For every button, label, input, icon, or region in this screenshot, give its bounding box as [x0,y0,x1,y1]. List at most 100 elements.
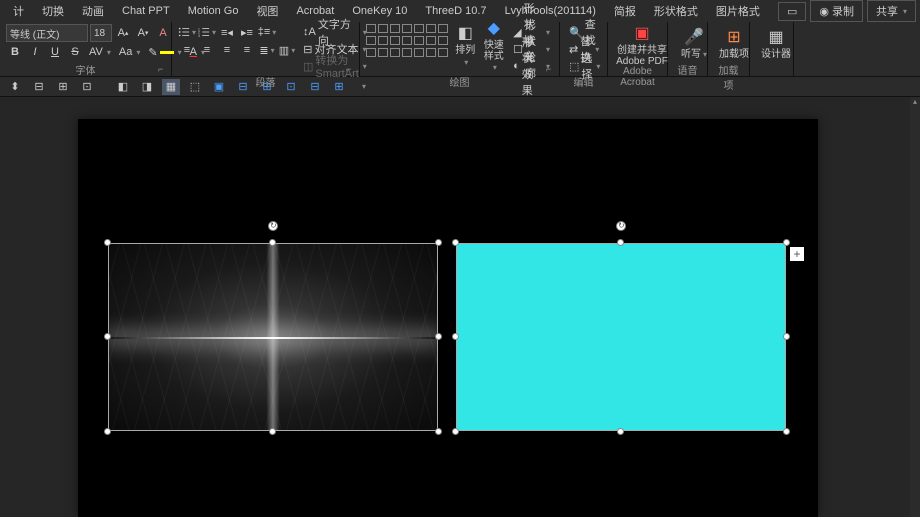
tab-design[interactable]: 计 [4,0,33,23]
quick-styles-button[interactable]: ◆ 快速样式▾ [482,24,507,66]
resize-handle-bm[interactable] [269,428,276,435]
resize-handle-tm[interactable] [617,239,624,246]
italic-button[interactable]: I [26,44,44,60]
addins-button[interactable]: ⊞ 加载项 [714,24,754,62]
align-tool-4[interactable]: ⊡ [78,79,96,95]
font-size-select[interactable] [90,24,112,42]
justify-button[interactable]: ≡ [238,42,256,58]
resize-handle-bl[interactable] [452,428,459,435]
line-spacing-button[interactable]: ‡≡▾ [258,24,276,40]
effects-icon: ◐ [513,60,520,72]
clear-format-button[interactable]: A [154,25,172,41]
ribbon: A▴ A▾ A B I U S AV▾ Aa▾ ✎▾ A▾ 字体 ⌐ ▾ [0,22,920,77]
align-text-icon: ⊟ [303,43,312,56]
para-dialog-launcher[interactable]: ⌐ [346,64,356,74]
simplify-ribbon-button[interactable]: ▭ [778,2,806,21]
record-icon: ◉ [819,5,829,18]
tab-chatppt[interactable]: Chat PPT [113,1,179,21]
font-dialog-launcher[interactable]: ⌐ [158,64,168,74]
adobe-icon: ▣ [630,23,654,43]
shapes-gallery[interactable] [366,24,449,59]
align-tool-6[interactable]: ◨ [138,79,156,95]
ribbon-tabs: 计 切换 动画 Chat PPT Motion Go 视图 Acrobat On… [0,0,920,22]
tab-view[interactable]: 视图 [247,0,287,23]
increase-font-button[interactable]: A▴ [114,25,132,41]
resize-handle-br[interactable] [435,428,442,435]
distributed-button[interactable]: ≣▾ [258,42,276,58]
designer-button[interactable]: ▦ 设计器 [756,24,796,63]
add-shape-button[interactable]: + [790,247,804,261]
char-spacing-button[interactable]: AV▾ [86,44,114,60]
resize-handle-tl[interactable] [104,239,111,246]
arrange-icon: ◧ [453,23,477,43]
bullets-button[interactable]: ▾ [178,24,196,40]
tab-brief[interactable]: 简报 [605,0,645,23]
arrange-button[interactable]: ◧ 排列▾ [453,24,478,66]
decrease-indent-button[interactable]: ≡◂ [218,24,236,40]
resize-handle-tr[interactable] [783,239,790,246]
rectangle-shape[interactable]: + [456,243,786,431]
decrease-font-button[interactable]: A▾ [134,25,152,41]
picture-content [108,243,438,431]
group-designer: ▦ 设计器 [750,22,794,76]
group-voice: 🎤 听写▾ 语音 [668,22,708,76]
tab-shapeformat[interactable]: 形状格式 [645,0,707,23]
fill-icon: ◢ [513,26,521,39]
resize-handle-ml[interactable] [104,333,111,340]
align-tool-1[interactable]: ⬍ [6,79,24,95]
tab-motiongo[interactable]: Motion Go [179,1,248,21]
align-right-button[interactable]: ≡ [218,42,236,58]
tab-pictureformat[interactable]: 图片格式 [707,0,769,23]
group-addins-label: 加载项 [714,62,743,74]
group-addins: ⊞ 加载项 加载项 [708,22,750,76]
align-center-button[interactable]: ≡ [198,42,216,58]
adobe-pdf-button[interactable]: ▣ 创建并共享Adobe PDF [614,24,670,66]
align-tool-5[interactable]: ◧ [114,79,132,95]
group-paragraph-label: 段落 [178,74,353,86]
font-name-select[interactable] [6,24,88,42]
resize-handle-ml[interactable] [452,333,459,340]
resize-handle-mr[interactable] [435,333,442,340]
resize-handle-br[interactable] [783,428,790,435]
draw-dialog-launcher[interactable]: ⌐ [546,64,556,74]
group-voice-label: 语音 [674,62,701,74]
resize-handle-mr[interactable] [783,333,790,340]
replace-icon: ⇄ [569,43,578,56]
quick-styles-icon: ◆ [482,18,506,38]
resize-handle-tm[interactable] [269,239,276,246]
group-drawing-label: 绘图 [366,74,553,86]
align-left-button[interactable]: ≡ [178,42,196,58]
window-icon: ▭ [787,5,797,18]
picture-shape[interactable] [108,243,438,431]
group-edit: 🔍查找 ⇄替换▾ ⬚选择▾ 编辑 [560,22,608,76]
vertical-scrollbar[interactable]: ▴ [910,97,920,517]
change-case-button[interactable]: Aa▾ [116,44,143,60]
tab-animation[interactable]: 动画 [73,0,113,23]
align-tool-3[interactable]: ⊞ [54,79,72,95]
rotate-handle[interactable] [616,221,626,231]
rotate-handle[interactable] [268,221,278,231]
align-tool-2[interactable]: ⊟ [30,79,48,95]
resize-handle-bl[interactable] [104,428,111,435]
underline-button[interactable]: U [46,44,64,60]
group-edit-label: 编辑 [566,74,601,86]
record-button[interactable]: ◉录制 [810,0,863,22]
resize-handle-tr[interactable] [435,239,442,246]
increase-indent-button[interactable]: ▸≡ [238,24,256,40]
resize-handle-tl[interactable] [452,239,459,246]
tab-transition[interactable]: 切换 [33,0,73,23]
mic-icon: 🎤 [682,27,706,47]
bold-button[interactable]: B [6,44,24,60]
strike-button[interactable]: S [66,44,84,60]
group-font-label: 字体 [6,62,165,74]
scroll-up-button[interactable]: ▴ [910,97,920,109]
rectangle-fill [456,243,786,431]
share-button[interactable]: 共享▾ [867,0,916,22]
select-button[interactable]: ⬚选择▾ [566,58,603,74]
canvas[interactable]: + ▴ [0,97,920,517]
group-font: A▴ A▾ A B I U S AV▾ Aa▾ ✎▾ A▾ 字体 ⌐ [0,22,172,76]
resize-handle-bm[interactable] [617,428,624,435]
numbering-button[interactable]: 123▾ [198,24,216,40]
slide[interactable]: + [78,119,818,517]
columns-button[interactable]: ▥▾ [278,42,296,58]
